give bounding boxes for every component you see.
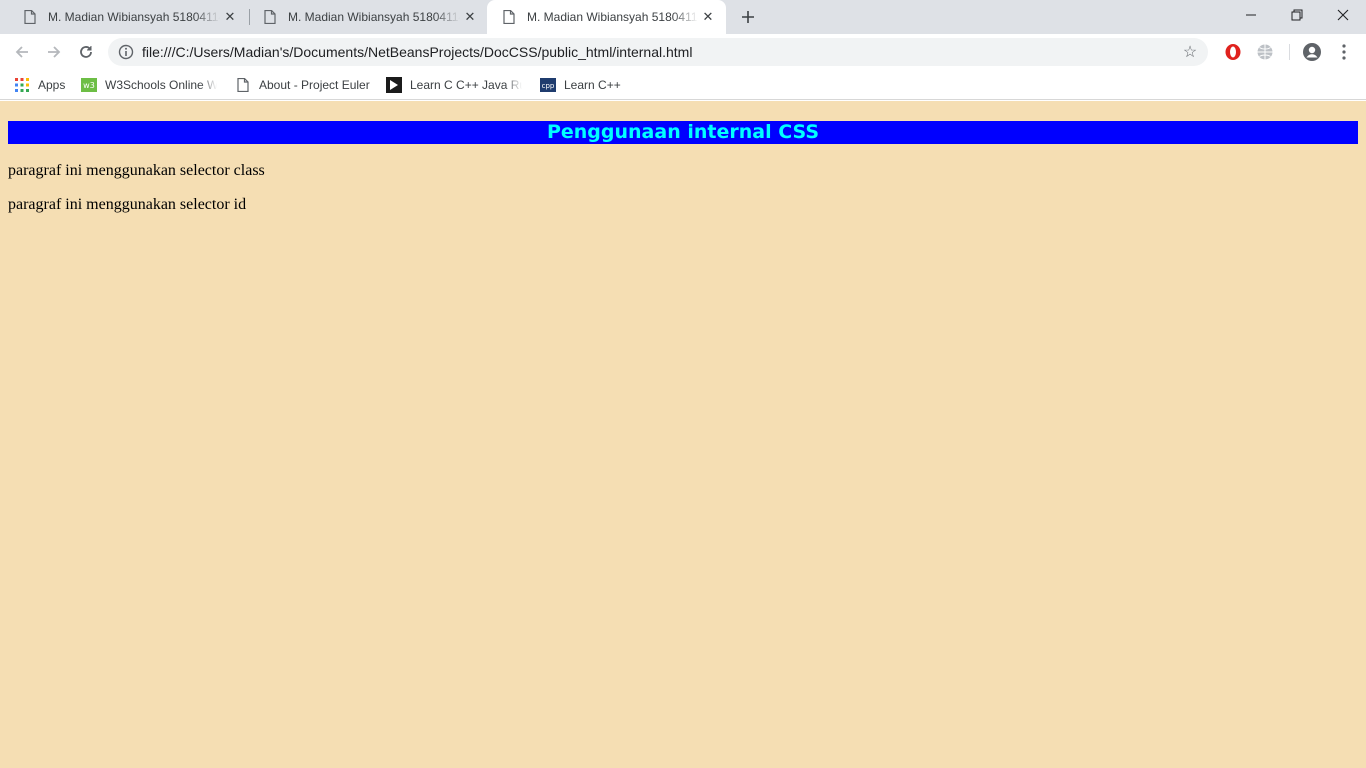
page-icon: [501, 9, 517, 25]
back-arrow-icon: [15, 46, 28, 58]
bookmark-label: Learn C++: [564, 78, 621, 92]
url-text[interactable]: file:///C:/Users/Madian's/Documents/NetB…: [142, 44, 1180, 60]
bookmarks-bar: Apps w3 W3Schools Online Web Tutorials A…: [0, 70, 1366, 100]
tab-title: M. Madian Wibiansyah 5180411435: [527, 10, 698, 24]
page-content: Penggunaan internal CSS paragraf ini men…: [0, 101, 1366, 768]
info-icon[interactable]: [118, 44, 134, 60]
reload-button[interactable]: [72, 38, 100, 66]
profile-avatar-icon[interactable]: [1302, 42, 1322, 62]
learn-c-icon: [386, 77, 402, 93]
page-heading: Penggunaan internal CSS: [8, 121, 1358, 144]
bookmark-apps[interactable]: Apps: [14, 75, 65, 95]
reload-icon: [80, 46, 92, 58]
menu-kebab-icon[interactable]: [1334, 42, 1354, 62]
opera-extension-icon[interactable]: [1223, 42, 1243, 62]
page-icon: [235, 77, 251, 93]
bookmark-label: About - Project Euler: [259, 78, 370, 92]
toolbar-divider: [1289, 44, 1290, 60]
svg-text:w3: w3: [83, 81, 95, 90]
close-icon: [1337, 9, 1349, 21]
forward-arrow-icon: [48, 46, 61, 58]
bookmark-label: Learn C C++ Java Ruby: [410, 78, 522, 92]
bookmark-learn-c[interactable]: Learn C C++ Java Ruby: [386, 75, 522, 95]
paragraph-class-selector: paragraf ini menggunakan selector class: [8, 162, 265, 179]
page-icon: [262, 9, 278, 25]
apps-grid-icon: [14, 77, 30, 93]
back-button[interactable]: [8, 38, 36, 66]
bookmark-label: W3Schools Online Web Tutorials: [105, 78, 217, 92]
page-icon: [22, 9, 38, 25]
forward-button[interactable]: [40, 38, 68, 66]
bookmark-w3schools[interactable]: w3 W3Schools Online Web Tutorials: [81, 75, 217, 95]
tab-3-active[interactable]: M. Madian Wibiansyah 5180411435 ✕: [487, 0, 726, 34]
bookmark-star-icon[interactable]: ☆: [1180, 42, 1200, 62]
restore-button[interactable]: [1274, 0, 1320, 30]
svg-text:cpp: cpp: [542, 82, 555, 90]
bookmark-learn-cpp[interactable]: cpp Learn C++: [540, 75, 621, 95]
minimize-icon: [1246, 14, 1256, 16]
tab-2[interactable]: M. Madian Wibiansyah 5180411435 ✕: [248, 0, 488, 34]
browser-toolbar: file:///C:/Users/Madian's/Documents/NetB…: [0, 34, 1366, 70]
w3schools-icon: w3: [81, 77, 97, 93]
tab-strip: M. Madian Wibiansyah 5180411435 ✕ M. Mad…: [0, 0, 1366, 34]
tab-1[interactable]: M. Madian Wibiansyah 5180411435 ✕: [8, 0, 248, 34]
new-tab-button[interactable]: [736, 6, 760, 28]
cpp-icon: cpp: [540, 77, 556, 93]
bookmark-label: Apps: [38, 78, 66, 92]
globe-extension-icon[interactable]: [1255, 42, 1275, 62]
tab-title: M. Madian Wibiansyah 5180411435: [288, 10, 460, 24]
bookmark-project-euler[interactable]: About - Project Euler: [235, 75, 370, 95]
tab-close-icon[interactable]: ✕: [220, 7, 240, 27]
minimize-button[interactable]: [1228, 0, 1274, 30]
plus-icon: [742, 11, 754, 23]
tab-close-icon[interactable]: ✕: [460, 7, 480, 27]
paragraph-id-selector: paragraf ini menggunakan selector id: [8, 196, 247, 213]
tab-close-icon[interactable]: ✕: [698, 7, 718, 27]
close-window-button[interactable]: [1320, 0, 1366, 30]
address-bar[interactable]: file:///C:/Users/Madian's/Documents/NetB…: [108, 38, 1208, 66]
restore-icon: [1291, 9, 1303, 21]
tab-title: M. Madian Wibiansyah 5180411435: [48, 10, 220, 24]
